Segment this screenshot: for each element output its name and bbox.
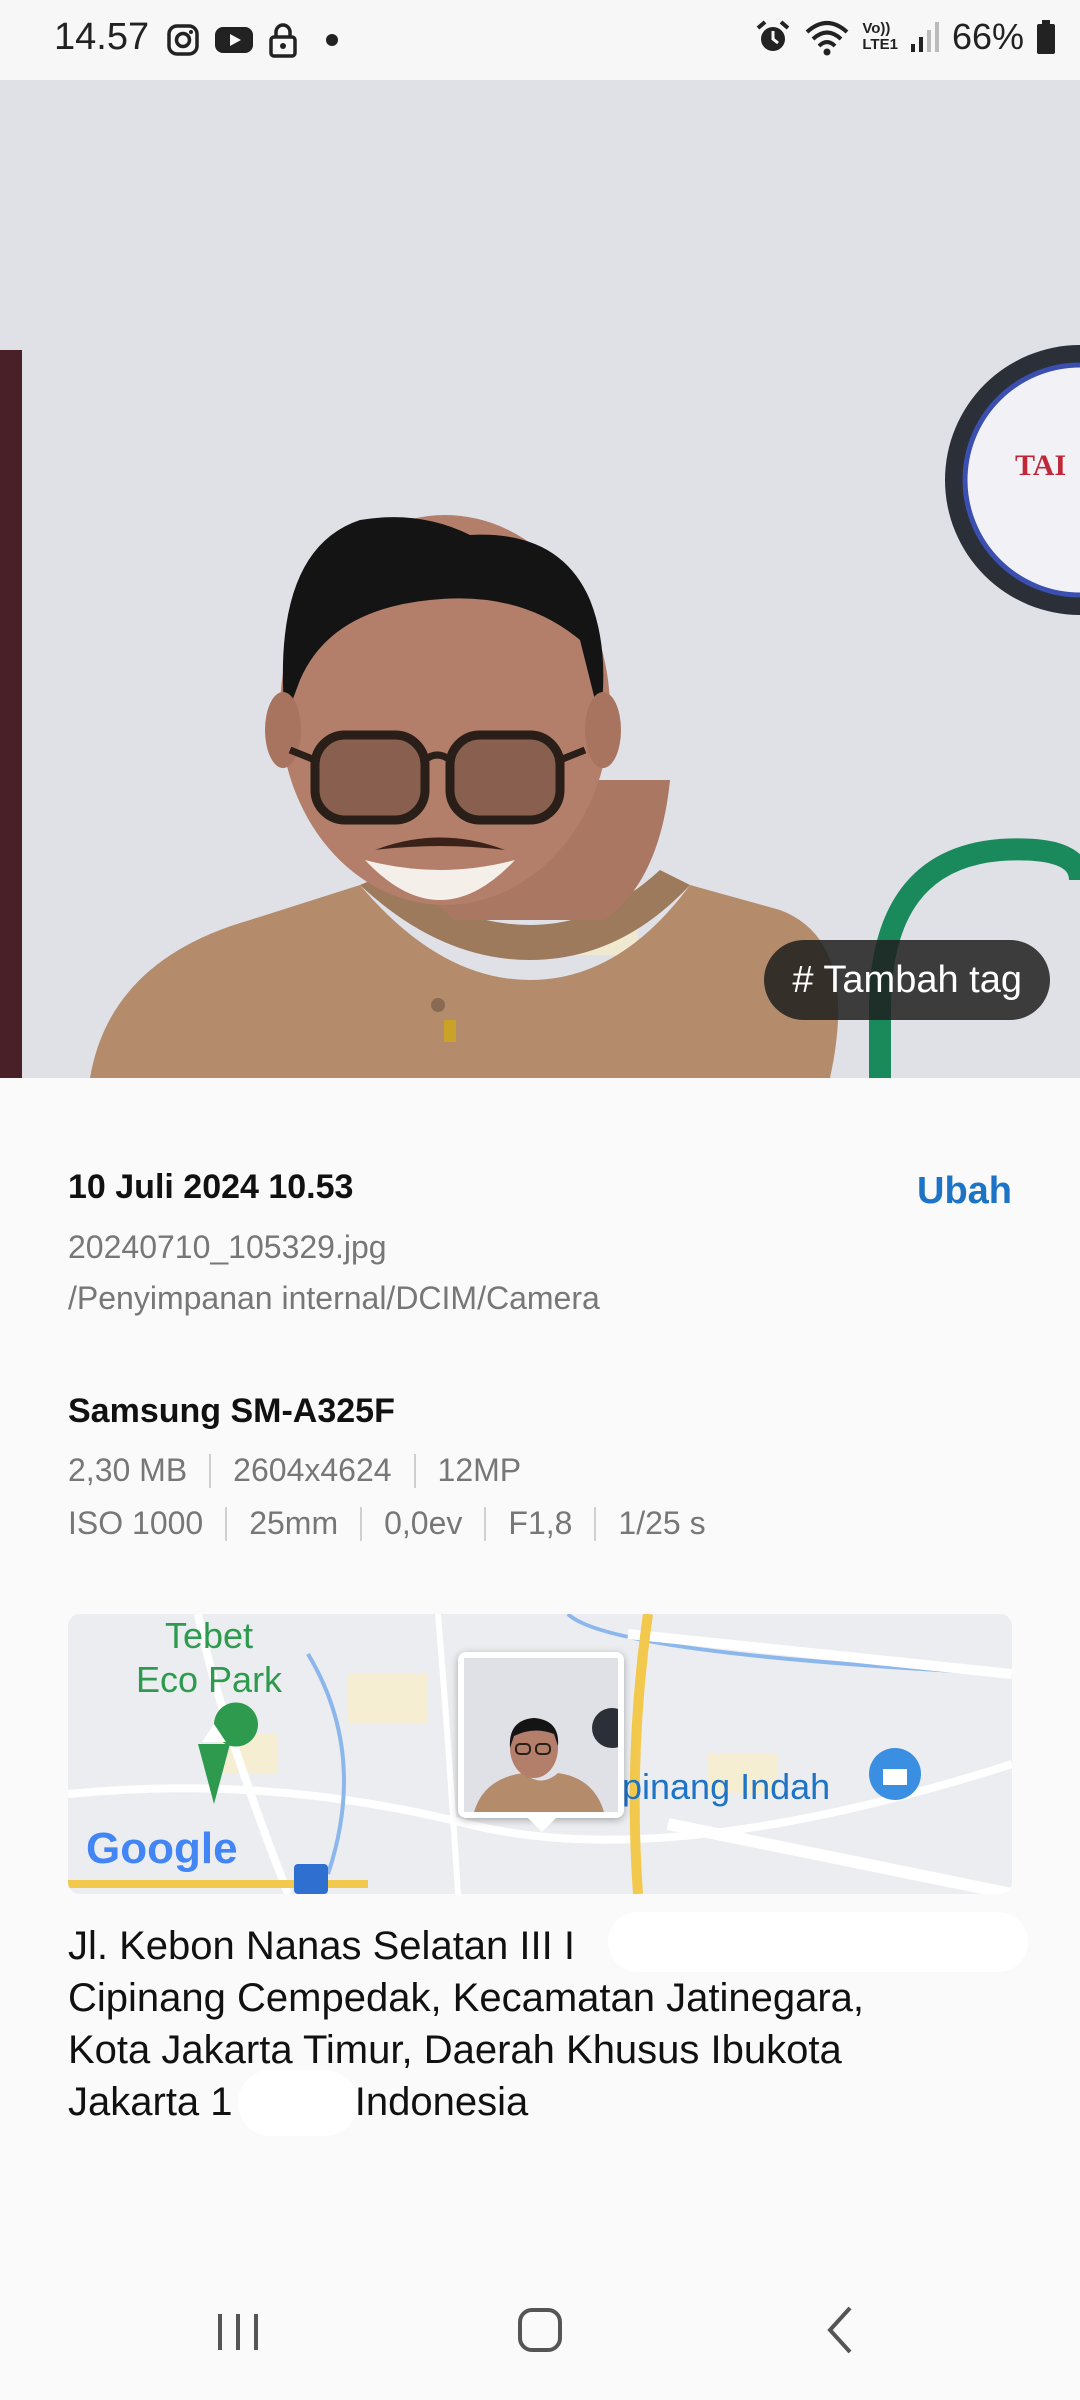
alarm-icon bbox=[757, 20, 790, 51]
navigation-bar bbox=[0, 2260, 1080, 2400]
location-address: Jl. Kebon Nanas Selatan III I Cipinang C… bbox=[68, 1912, 1028, 2136]
redaction-mark bbox=[238, 2070, 358, 2136]
add-tag-label: # Tambah tag bbox=[792, 958, 1022, 1001]
divider bbox=[225, 1506, 228, 1541]
thumbnail-image bbox=[464, 1658, 618, 1812]
google-logo: Google bbox=[86, 1824, 238, 1873]
edit-button[interactable]: Ubah bbox=[917, 1170, 1012, 1213]
instagram-icon bbox=[167, 24, 199, 56]
park-label-line-1: Tebet bbox=[164, 1615, 254, 1656]
file-name: 20240710_105329.jpg bbox=[68, 1229, 387, 1265]
device-model: Samsung SM-A325F bbox=[68, 1392, 395, 1430]
address-country: , Indonesia bbox=[332, 2080, 529, 2124]
photo-location-thumbnail[interactable] bbox=[458, 1652, 624, 1832]
shutter-speed: 1/25 s bbox=[618, 1505, 706, 1541]
park-label: Tebet Eco Park bbox=[136, 1614, 282, 1702]
photo-image: TAI bbox=[0, 80, 1080, 1078]
status-time: 14.57 bbox=[54, 16, 150, 58]
specs-row-1: 2,30 MB 2604x4624 12MP bbox=[68, 1452, 521, 1489]
exposure-value: 0,0ev bbox=[384, 1505, 463, 1541]
photo-preview[interactable]: TAI # Tambah tag bbox=[0, 80, 1080, 1078]
thumbnail-pointer bbox=[528, 1818, 556, 1832]
address-line-3: Kota Jakarta Timur, Daerah Khusus Ibukot… bbox=[68, 2028, 842, 2072]
status-bar: 14.57 Vo)) LTE1 66% bbox=[0, 0, 1080, 80]
aperture: F1,8 bbox=[508, 1505, 573, 1541]
focal-length: 25mm bbox=[249, 1505, 339, 1541]
svg-text:TAI: TAI bbox=[1015, 449, 1066, 482]
battery-percent: 66% bbox=[951, 16, 1024, 57]
volte-top: Vo)) bbox=[862, 20, 891, 37]
wifi-icon bbox=[806, 21, 849, 56]
divider bbox=[413, 1453, 416, 1488]
system-icons: Vo)) LTE1 66% bbox=[754, 16, 1056, 58]
divider bbox=[209, 1453, 212, 1488]
megapixels: 12MP bbox=[437, 1452, 522, 1488]
specs-row-2: ISO 1000 25mm 0,0ev F1,8 1/25 s bbox=[68, 1505, 706, 1542]
volte-indicator: Vo)) LTE1 bbox=[862, 21, 898, 53]
location-map[interactable]: Tebet Eco Park Cipinang Indah Google bbox=[68, 1614, 1012, 1894]
battery-icon bbox=[1037, 20, 1055, 54]
add-tag-button[interactable]: # Tambah tag bbox=[764, 940, 1050, 1020]
file-path: /Penyimpanan internal/DCIM/Camera bbox=[68, 1280, 600, 1316]
volte-bottom: LTE1 bbox=[862, 36, 898, 53]
dot-icon bbox=[326, 34, 338, 46]
park-label-line-2: Eco Park bbox=[136, 1659, 283, 1700]
address-city: Jakarta 1 bbox=[68, 2080, 233, 2124]
lock-icon bbox=[269, 23, 297, 58]
back-icon[interactable] bbox=[812, 2300, 872, 2360]
youtube-icon bbox=[215, 27, 253, 53]
resolution: 2604x4624 bbox=[233, 1452, 392, 1488]
signal-icon bbox=[910, 22, 939, 52]
file-size: 2,30 MB bbox=[68, 1452, 188, 1488]
capture-date: 10 Juli 2024 10.53 bbox=[68, 1168, 354, 1206]
place-label: Cipinang Indah bbox=[588, 1766, 831, 1807]
divider bbox=[594, 1506, 597, 1541]
file-details: 10 Juli 2024 10.53 Ubah 20240710_105329.… bbox=[68, 1168, 1012, 1317]
address-line-4: Jakarta 1 , Indonesia bbox=[68, 2076, 1012, 2128]
recent-apps-icon[interactable] bbox=[208, 2300, 268, 2360]
redaction-mark bbox=[608, 1912, 1028, 1972]
notification-icons bbox=[166, 22, 342, 58]
divider bbox=[360, 1506, 363, 1541]
address-line-2: Cipinang Cempedak, Kecamatan Jatinegara, bbox=[68, 1976, 865, 2020]
divider bbox=[484, 1506, 487, 1541]
iso: ISO 1000 bbox=[68, 1505, 204, 1541]
home-icon[interactable] bbox=[510, 2300, 570, 2360]
